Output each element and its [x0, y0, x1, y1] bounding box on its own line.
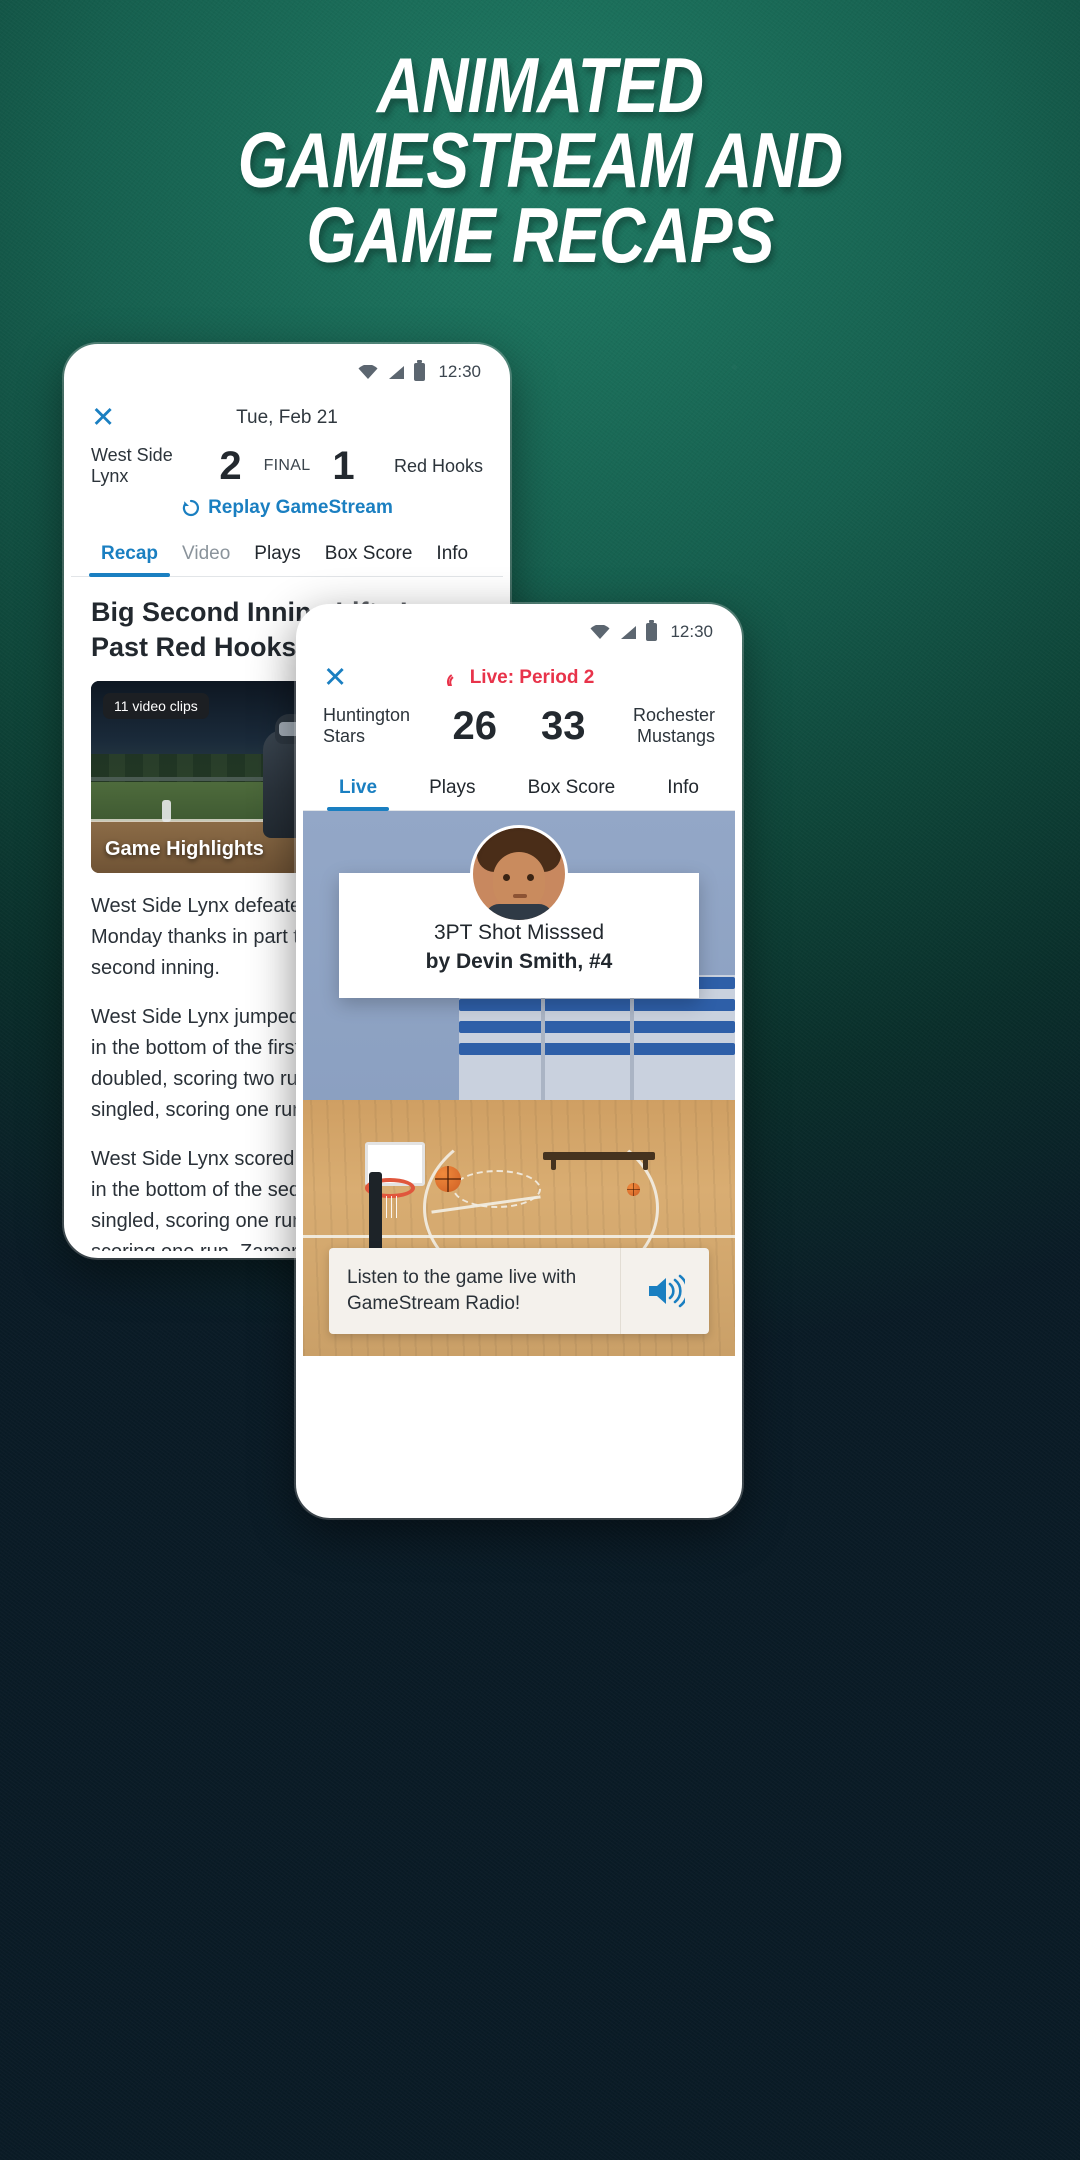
scoreboard-live: Huntington Stars 26 33 Rochester Mustang… [323, 705, 715, 747]
signal-icon [621, 625, 637, 639]
status-bar-live: 12:30 [303, 611, 735, 653]
away-team-name: Rochester Mustangs [632, 705, 715, 747]
bench-leg [551, 1158, 556, 1171]
gamestream-animation: 3PT Shot Misssed by Devin Smith, #4 List… [303, 811, 735, 1357]
live-screen: 12:30 ✕ Live: Period 2 Huntington Stars … [303, 611, 735, 1511]
tab-live[interactable]: Live [327, 769, 390, 812]
player-avatar [470, 825, 568, 924]
status-clock: 12:30 [670, 622, 713, 641]
wifi-icon [590, 624, 610, 639]
tab-plays[interactable]: Plays [417, 769, 487, 810]
tab-bar-live: Live Plays Box Score Info [303, 769, 735, 812]
away-score: 1 [332, 444, 355, 489]
tab-video[interactable]: Video [170, 535, 242, 576]
gamestream-radio-banner[interactable]: Listen to the game live with GameStream … [329, 1248, 709, 1335]
status-bar-recap: 12:30 [71, 351, 503, 393]
tab-recap[interactable]: Recap [89, 535, 171, 578]
live-status: Live: Period 2 [323, 667, 715, 689]
home-team-name: West Side Lynx [91, 445, 173, 487]
game-status: FINAL [263, 457, 311, 475]
battery-icon [646, 620, 658, 641]
scoreboard-recap: West Side Lynx 2 FINAL 1 Red Hooks [91, 445, 483, 487]
away-score: 33 [541, 704, 586, 749]
game-header-recap: ✕ Tue, Feb 21 West Side Lynx 2 FINAL 1 R… [71, 393, 503, 519]
battery-icon [414, 360, 426, 381]
tab-plays[interactable]: Plays [242, 535, 312, 576]
bench-leg [643, 1158, 648, 1171]
tab-box-score[interactable]: Box Score [516, 769, 628, 810]
avatar-face [493, 852, 545, 911]
live-label: Live: Period 2 [469, 667, 595, 688]
play-description: 3PT Shot Misssed [433, 921, 605, 945]
replay-gamestream-link[interactable]: Replay GameStream [91, 497, 483, 519]
status-clock: 12:30 [438, 362, 481, 381]
home-score: 2 [219, 444, 242, 489]
home-score: 26 [452, 704, 498, 749]
phone-mockup-live: 12:30 ✕ Live: Period 2 Huntington Stars … [296, 604, 742, 1518]
tab-info[interactable]: Info [655, 769, 711, 810]
home-team-name: Huntington Stars [323, 705, 411, 747]
replay-label: Replay GameStream [208, 497, 393, 519]
tab-info[interactable]: Info [424, 535, 480, 576]
sideline-bench [543, 1152, 655, 1161]
headline-line-1: ANIMATED [376, 41, 704, 129]
video-clip-count-badge: 11 video clips [103, 692, 209, 719]
video-title: Game Highlights [105, 837, 264, 860]
signal-icon [389, 365, 405, 379]
avatar-mouth [513, 894, 527, 899]
play-announcement-card: 3PT Shot Misssed by Devin Smith, #4 [339, 825, 699, 999]
replay-icon [182, 500, 200, 517]
headline-line-2: GAMESTREAM AND [237, 115, 843, 204]
wifi-icon [358, 364, 378, 379]
thumb-player [161, 799, 171, 822]
avatar-eye [527, 874, 534, 882]
tab-bar-recap: Recap Video Plays Box Score Info [71, 535, 503, 578]
headline-line-3: GAME RECAPS [306, 190, 774, 279]
close-icon[interactable]: ✕ [91, 403, 125, 433]
tab-box-score[interactable]: Box Score [313, 535, 425, 576]
broadcast-icon [446, 674, 454, 686]
radio-banner-text: Listen to the game live with GameStream … [347, 1267, 577, 1315]
speaker-icon[interactable] [620, 1248, 709, 1335]
game-header-live: ✕ Live: Period 2 Huntington Stars 26 33 … [303, 653, 735, 747]
away-team-name: Red Hooks [393, 455, 483, 476]
play-player: by Devin Smith, #4 [425, 949, 613, 973]
game-date: Tue, Feb 21 [236, 407, 338, 428]
avatar-shoulders [485, 904, 553, 921]
avatar-eye [503, 874, 510, 882]
page-title: ANIMATED GAMESTREAM AND GAME RECAPS [97, 41, 983, 279]
